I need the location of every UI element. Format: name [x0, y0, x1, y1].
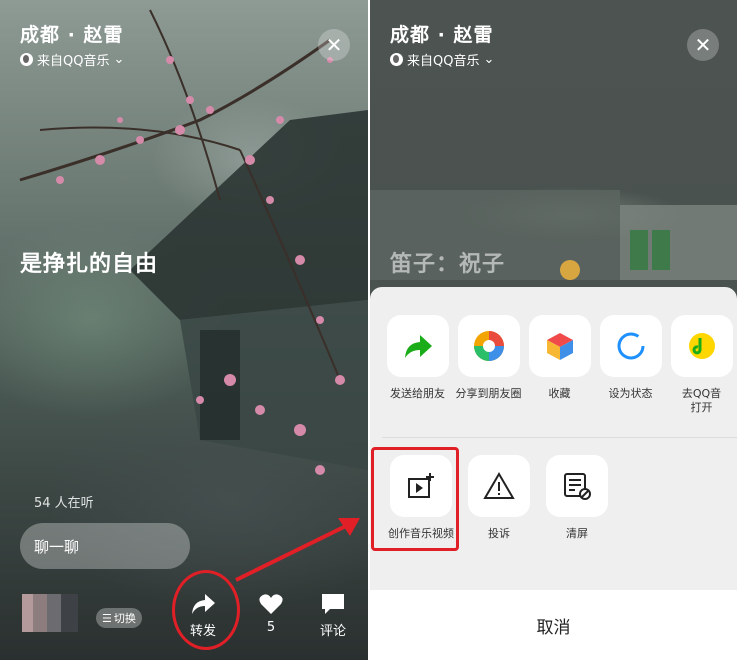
share-sheet: 发送给朋友 分享到朋友圈 收藏 设为状态 去QQ音 打开 创作音乐视频 投诉 清…: [370, 287, 737, 660]
globe-icon: [20, 53, 33, 66]
forward-highlight-circle: [172, 570, 240, 650]
tile-label: 分享到朋友圈: [455, 387, 522, 400]
chevron-down-icon: ⌄: [483, 52, 495, 67]
switch-label: 切换: [113, 612, 136, 625]
lyric-line: 是挣扎的自由: [20, 252, 159, 277]
player-screen-right: 成都 · 赵雷 来自QQ音乐 ⌄ ✕ 笛子：祝子 发送给朋友 分享到朋友圈 收藏…: [370, 0, 737, 660]
avatar[interactable]: [22, 594, 78, 632]
close-button[interactable]: ✕: [687, 29, 719, 61]
listener-count: 54 人在听: [34, 496, 94, 511]
set-status[interactable]: 设为状态: [595, 315, 666, 416]
comment-icon: [322, 594, 344, 614]
moments-icon: [457, 315, 520, 377]
qq-music-icon: [670, 315, 733, 377]
share-to-moments[interactable]: 分享到朋友圈: [453, 315, 524, 416]
tile-label: 投诉: [488, 527, 510, 540]
song-title: 成都 · 赵雷: [20, 24, 124, 46]
cancel-label: 取消: [536, 617, 571, 638]
chat-input[interactable]: 聊一聊: [20, 523, 190, 569]
cancel-button[interactable]: 取消: [370, 590, 737, 660]
player-screen-left: 成都 · 赵雷 来自QQ音乐 ⌄ ✕ 是挣扎的自由 54 人在听 聊一聊 ☰ 切…: [0, 0, 368, 660]
forward-arrow-icon: [386, 315, 449, 377]
tile-label: 清屏: [566, 527, 588, 540]
clear-screen-icon: [546, 455, 608, 517]
tile-label: 设为状态: [608, 387, 653, 400]
favorite[interactable]: 收藏: [524, 315, 595, 416]
chat-placeholder: 聊一聊: [34, 537, 80, 556]
close-button[interactable]: ✕: [318, 29, 350, 61]
comment-label: 评论: [320, 624, 347, 639]
clear-screen[interactable]: 清屏: [538, 455, 616, 541]
status-ring-icon: [599, 315, 662, 377]
lyric-line: 笛子：祝子: [390, 252, 506, 277]
source-label: 来自QQ音乐: [407, 54, 480, 69]
warning-icon: [468, 455, 530, 517]
like-count: 5: [266, 620, 276, 635]
globe-icon: [390, 53, 403, 66]
divider: [382, 437, 737, 438]
chevron-down-icon: ⌄: [113, 52, 125, 67]
source-label: 来自QQ音乐: [37, 54, 110, 69]
share-to-friend[interactable]: 发送给朋友: [382, 315, 453, 416]
like-button[interactable]: 5: [258, 592, 284, 635]
close-icon: ✕: [325, 33, 343, 57]
open-in-qq-music[interactable]: 去QQ音 打开: [666, 315, 737, 416]
tile-label: 发送给朋友: [390, 387, 445, 400]
close-icon: ✕: [694, 33, 712, 57]
source-link[interactable]: 来自QQ音乐 ⌄: [20, 50, 124, 69]
tile-label: 收藏: [548, 387, 571, 400]
list-icon: ☰: [102, 611, 112, 625]
song-title: 成都 · 赵雷: [390, 24, 494, 46]
share-row: 发送给朋友 分享到朋友圈 收藏 设为状态 去QQ音 打开: [370, 315, 737, 416]
report[interactable]: 投诉: [460, 455, 538, 541]
switch-button[interactable]: ☰ 切换: [96, 608, 142, 628]
create-video-highlight-box: [371, 447, 459, 551]
comment-button[interactable]: 评论: [320, 592, 346, 639]
favorite-cube-icon: [528, 315, 591, 377]
tile-label: 去QQ音 打开: [681, 387, 722, 415]
source-link[interactable]: 来自QQ音乐 ⌄: [390, 50, 494, 69]
heart-icon: [259, 594, 283, 614]
